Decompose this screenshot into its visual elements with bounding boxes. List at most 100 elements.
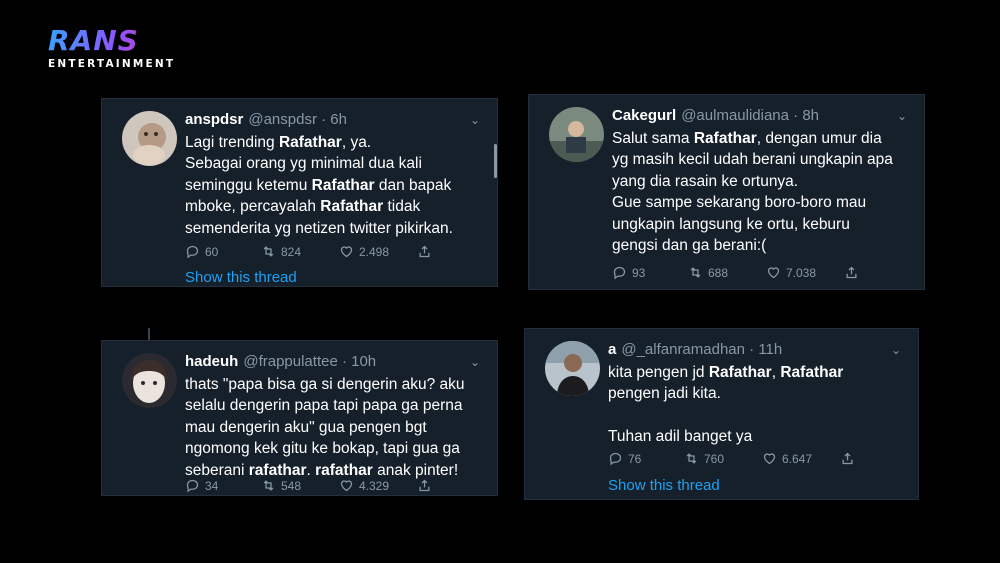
tweet-actions: 76 760 6.647 [608, 451, 898, 469]
reply-button[interactable]: 76 [608, 451, 641, 466]
show-thread-link[interactable]: Show this thread [185, 269, 297, 286]
handle-and-time[interactable]: @_alfanramadhan · 11h [621, 341, 782, 358]
like-count: 4.329 [359, 478, 390, 493]
retweet-button[interactable]: 688 [688, 265, 728, 280]
text-segment: anak pinter! [372, 461, 459, 479]
highlighted-keyword: Rafathar [693, 130, 757, 147]
tweet-text-line: yang dia rasain ke ortunya. [612, 171, 893, 192]
text-segment: Lagi trending [185, 134, 279, 151]
tweet-text: Salut sama Rafathar, dengan umur dia yg m… [612, 128, 893, 256]
highlighted-keyword: Rafathar [311, 176, 375, 194]
reply-icon [609, 452, 622, 466]
share-button[interactable] [417, 478, 437, 493]
logo-word: RANS [48, 26, 183, 56]
tweet-actions: 60 824 2.498 [185, 244, 475, 262]
tweet-text-line: thats "papa bisa ga si dengerin aku? aku [185, 374, 465, 395]
tweet-text-line: ungkapin langsung ke ortu, keburu [612, 214, 893, 235]
chevron-down-icon[interactable]: ⌄ [891, 343, 901, 357]
heart-icon [767, 267, 780, 279]
share-icon [419, 479, 430, 492]
handle-and-time[interactable]: @aulmaulidiana · 8h [681, 107, 819, 124]
text-segment: seberani [185, 461, 249, 479]
share-button[interactable] [417, 244, 437, 259]
tweet-card[interactable]: hadeuh @frappulattee · 10h ⌄ thats "papa … [101, 328, 498, 496]
logo-subtitle: ENTERTAINMENT [48, 58, 176, 70]
text-segment: ngomong kek gitu ke bokap, tapi gua ga [185, 440, 460, 458]
reply-button[interactable]: 60 [185, 244, 218, 259]
like-count: 6.647 [782, 451, 813, 466]
tweet-text-line: ngomong kek gitu ke bokap, tapi gua ga [185, 438, 465, 459]
text-segment: Tuhan adil banget ya [608, 428, 753, 446]
text-segment: mau dengerin aku" gua pengen bgt [185, 418, 427, 436]
retweet-icon [686, 453, 697, 464]
tweet-text-line: Salut sama Rafathar, dengan umur dia [612, 128, 893, 149]
retweet-icon [263, 480, 274, 491]
chevron-down-icon[interactable]: ⌄ [470, 355, 480, 369]
tweet-actions: 93 688 7.038 [612, 265, 902, 283]
like-button[interactable]: 6.647 [762, 451, 812, 466]
handle-and-time[interactable]: @frappulattee · 10h [243, 353, 376, 370]
avatar[interactable] [122, 353, 177, 408]
avatar[interactable] [545, 341, 600, 396]
share-icon [419, 245, 430, 258]
like-button[interactable]: 4.329 [339, 478, 389, 493]
scrollbar[interactable] [494, 144, 497, 178]
text-segment: mboke, percayalah [185, 198, 321, 216]
reply-count: 93 [632, 265, 646, 280]
retweet-count: 548 [281, 478, 302, 493]
reply-count: 34 [205, 478, 219, 493]
tweet-text-line: yg masih kecil udah berani ungkapin apa [612, 149, 893, 170]
avatar[interactable] [122, 111, 177, 166]
display-name[interactable]: a [608, 341, 616, 358]
show-thread-link[interactable]: Show this thread [608, 477, 720, 494]
chevron-down-icon[interactable]: ⌄ [897, 109, 907, 123]
retweet-icon [690, 267, 701, 278]
tweet-header: anspdsr @anspdsr · 6h [185, 110, 347, 130]
text-segment: selalu dengerin papa tapi papa ga perna [185, 397, 463, 415]
tweet-actions: 34 548 4.329 [185, 478, 475, 496]
chevron-down-icon[interactable]: ⌄ [470, 113, 480, 127]
tweet-text: Lagi trending Rafathar, ya. Sebagai orang… [185, 132, 453, 239]
tweet-text: kita pengen jd Rafathar, Rafathar pengen … [608, 362, 843, 448]
handle-and-time[interactable]: @anspdsr · 6h [248, 111, 347, 128]
display-name[interactable]: hadeuh [185, 353, 238, 370]
reply-button[interactable]: 93 [612, 265, 645, 280]
text-segment: Salut sama [612, 130, 694, 147]
text-segment: semenderita yg netizen twitter pikirkan. [185, 219, 453, 237]
text-segment: . [306, 461, 316, 479]
retweet-count: 688 [708, 265, 729, 280]
share-icon [842, 452, 853, 465]
text-segment: , ya. [341, 134, 372, 151]
share-button[interactable] [844, 265, 864, 280]
highlighted-keyword: rafathar [248, 461, 307, 479]
reply-icon [613, 266, 626, 280]
tweet-card[interactable]: a @_alfanramadhan · 11h ⌄ kita pengen jd … [524, 328, 919, 500]
like-button[interactable]: 7.038 [766, 265, 816, 280]
tweet-text-line: selalu dengerin papa tapi papa ga perna [185, 395, 465, 416]
share-button[interactable] [840, 451, 860, 466]
like-button[interactable]: 2.498 [339, 244, 389, 259]
tweet-text-line [608, 405, 843, 426]
tweet-text-line: Sebagai orang yg minimal dua kali [185, 153, 453, 174]
retweet-button[interactable]: 548 [261, 478, 301, 493]
text-segment: Gue sampe sekarang boro-boro mau [612, 194, 867, 212]
retweet-count: 824 [281, 244, 302, 259]
tweet-text-line: Gue sampe sekarang boro-boro mau [612, 192, 893, 213]
heart-icon [340, 246, 353, 258]
tweet-card[interactable]: anspdsr @anspdsr · 6h ⌄ Lagi trending Raf… [101, 98, 498, 287]
highlighted-keyword: Rafathar [278, 134, 342, 151]
display-name[interactable]: Cakegurl [612, 107, 676, 124]
display-name[interactable]: anspdsr [185, 111, 243, 128]
tweet-text-line: gengsi dan ga berani:( [612, 235, 893, 256]
tweet-card[interactable]: Cakegurl @aulmaulidiana · 8h ⌄ Salut sama… [528, 94, 925, 290]
tweet-text-line: mau dengerin aku" gua pengen bgt [185, 417, 465, 438]
retweet-button[interactable]: 824 [261, 244, 301, 259]
avatar[interactable] [549, 107, 604, 162]
reply-button[interactable]: 34 [185, 478, 218, 493]
text-segment: yg masih kecil udah berani ungkapin apa [612, 151, 893, 169]
rans-entertainment-logo: RANS ENTERTAINMENT [48, 26, 183, 74]
text-segment: seminggu ketemu [185, 176, 312, 194]
retweet-button[interactable]: 760 [684, 451, 724, 466]
tweet-text-line: Tuhan adil banget ya [608, 426, 843, 447]
tweet-text-line: kita pengen jd Rafathar, Rafathar [608, 362, 843, 383]
